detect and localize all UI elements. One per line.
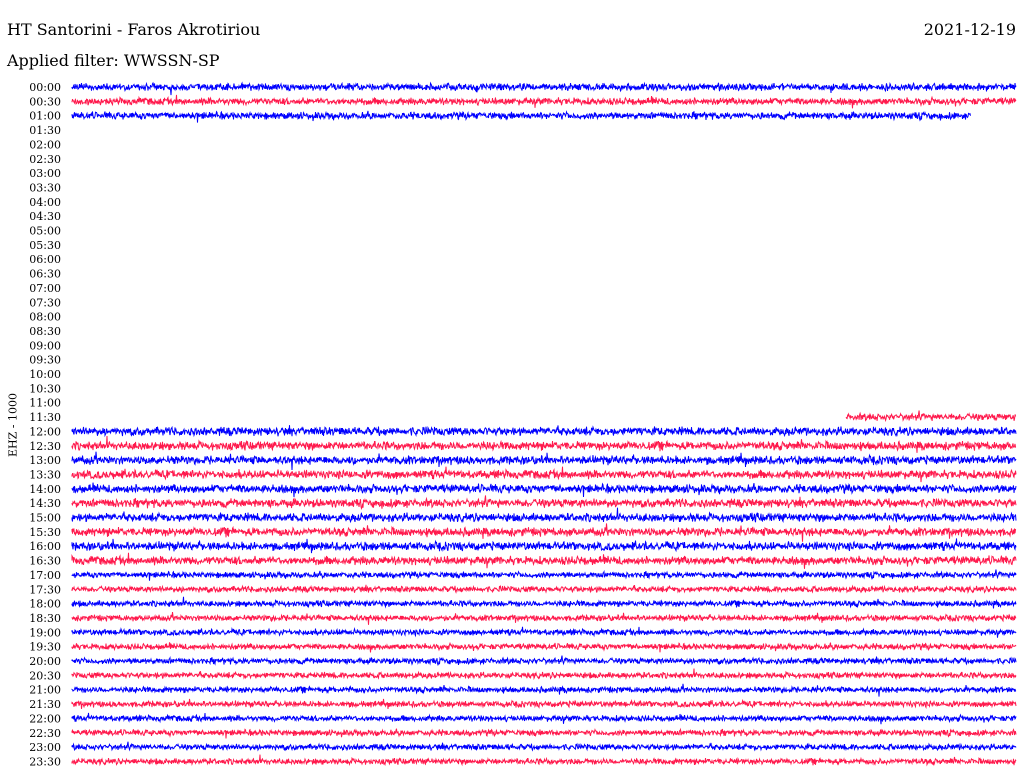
seismogram-plot: 00:0000:30 01:0001:3002:00 02:3003:0003:30…: [29, 81, 1017, 768]
time-tick-label: 15:00: [29, 512, 61, 525]
trace-0030: [71, 94, 1017, 109]
time-tick-label: 08:00: [29, 311, 61, 324]
time-tick-label: 14:00: [29, 483, 61, 496]
trace-1800: [71, 596, 1017, 609]
time-tick-label: 09:00: [29, 339, 61, 352]
trace-2130: [71, 698, 1017, 709]
time-tick-label: 11:30: [29, 411, 61, 424]
time-tick-label: 18:00: [29, 598, 61, 611]
trace-1300: [71, 451, 1017, 471]
time-tick-label: 21:30: [29, 698, 61, 711]
time-tick-label: 00:30: [29, 95, 61, 108]
time-tick-label: 06:30: [29, 268, 61, 281]
trace-2100: [71, 683, 1017, 697]
trace-2330: [71, 754, 1017, 767]
trace-1330: [71, 466, 1017, 483]
trace-0000: [71, 81, 1017, 96]
trace-1200: [71, 425, 1017, 438]
trace-2300: [71, 741, 1017, 752]
trace-1530: [71, 523, 1017, 542]
trace-2030: [71, 668, 1017, 681]
time-tick-label: 01:00: [29, 110, 61, 123]
trace-1630: [71, 552, 1017, 569]
time-tick-label: 17:30: [29, 583, 61, 596]
time-tick-label: 07:00: [29, 282, 61, 295]
time-tick-label: 09:30: [29, 354, 61, 367]
time-tick-label: 23:00: [29, 741, 61, 754]
time-tick-label: 04:30: [29, 210, 61, 223]
time-tick-label: 01:30: [29, 124, 61, 137]
time-tick-label: 11:00: [29, 397, 61, 410]
time-tick-label: 10:00: [29, 368, 61, 381]
trace-0100: [71, 110, 971, 123]
time-tick-label: 12:00: [29, 425, 61, 438]
trace-1930: [71, 641, 1017, 653]
time-tick-label: 10:30: [29, 382, 61, 395]
time-tick-label: 05:30: [29, 239, 61, 252]
time-tick-label: 06:00: [29, 253, 61, 266]
time-tick-label: 19:30: [29, 641, 61, 654]
trace-2200: [71, 712, 1017, 725]
time-tick-label: 16:00: [29, 540, 61, 553]
trace-1400: [71, 482, 1017, 498]
time-tick-label: 12:30: [29, 440, 61, 453]
traces: [71, 81, 1017, 767]
time-tick-label: 22:30: [29, 727, 61, 740]
trace-2000: [71, 655, 1017, 666]
time-tick-label: 08:30: [29, 325, 61, 338]
time-axis: 00:0000:30 01:0001:3002:00 02:3003:0003:30…: [29, 81, 61, 768]
time-tick-label: 16:30: [29, 555, 61, 568]
time-tick-label: 13:30: [29, 468, 61, 481]
time-tick-label: 17:00: [29, 569, 61, 582]
time-tick-label: 20:00: [29, 655, 61, 668]
trace-1600: [71, 538, 1017, 554]
time-tick-label: 23:30: [29, 755, 61, 768]
time-tick-label: 21:00: [29, 684, 61, 697]
trace-2230: [71, 727, 1017, 739]
time-tick-label: 03:30: [29, 181, 61, 194]
time-tick-label: 13:00: [29, 454, 61, 467]
trace-1500: [71, 507, 1017, 524]
trace-1700: [71, 569, 1017, 581]
time-tick-label: 20:30: [29, 669, 61, 682]
trace-1130: [845, 410, 1017, 423]
time-tick-label: 07:30: [29, 296, 61, 309]
time-tick-label: 22:00: [29, 712, 61, 725]
trace-1230: [71, 435, 1017, 453]
time-tick-label: 19:00: [29, 626, 61, 639]
trace-1730: [71, 584, 1017, 595]
trace-1900: [71, 626, 1017, 638]
time-tick-label: 04:00: [29, 196, 61, 209]
time-tick-label: 00:00: [29, 81, 61, 94]
trace-1430: [71, 495, 1017, 511]
time-tick-label: 05:00: [29, 225, 61, 238]
time-tick-label: 03:00: [29, 167, 61, 180]
time-tick-label: 15:30: [29, 526, 61, 539]
time-tick-label: 02:00: [29, 138, 61, 151]
time-tick-label: 14:30: [29, 497, 61, 510]
trace-1830: [71, 612, 1017, 625]
time-tick-label: 18:30: [29, 612, 61, 625]
time-tick-label: 02:30: [29, 153, 61, 166]
